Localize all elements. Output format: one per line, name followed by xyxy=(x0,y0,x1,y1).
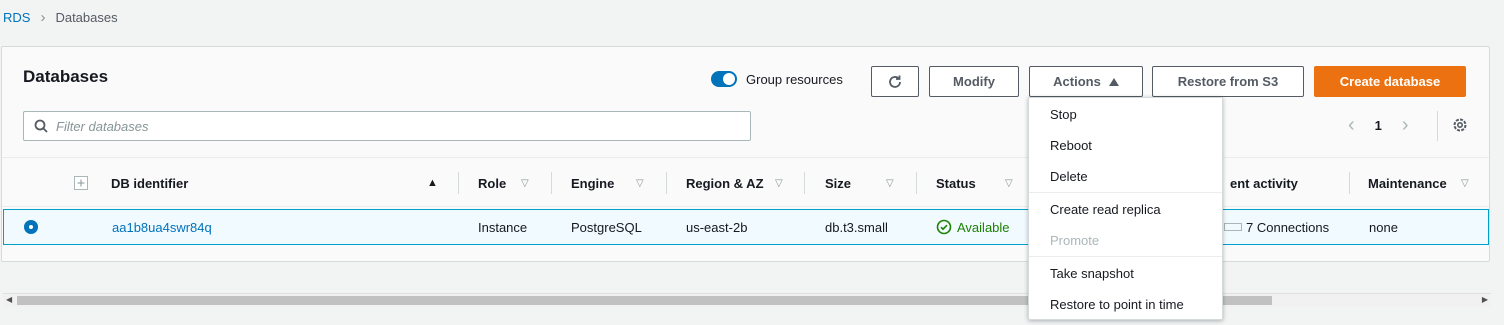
pagination: ‹ 1 › xyxy=(1348,115,1409,135)
menu-item-reboot[interactable]: Reboot xyxy=(1029,130,1222,161)
chevron-right-icon[interactable]: › xyxy=(1402,115,1409,135)
group-resources-toggle[interactable] xyxy=(711,71,737,87)
col-activity-label: ent activity xyxy=(1230,175,1298,191)
col-engine-label: Engine xyxy=(571,175,615,191)
restore-from-s3-button[interactable]: Restore from S3 xyxy=(1152,66,1304,97)
menu-divider xyxy=(1029,256,1222,257)
modify-button[interactable]: Modify xyxy=(929,66,1019,97)
menu-item-create-read-replica[interactable]: Create read replica xyxy=(1029,194,1222,225)
status-text: Available xyxy=(957,219,1010,235)
col-role[interactable]: Role xyxy=(478,158,506,208)
radio-icon[interactable] xyxy=(24,220,38,234)
caret-up-icon xyxy=(1108,77,1119,86)
breadcrumb-rds-link[interactable]: RDS xyxy=(3,10,30,25)
cell-role: Instance xyxy=(478,219,528,235)
menu-item-stop[interactable]: Stop xyxy=(1029,99,1222,130)
scroll-left-icon[interactable]: ◀ xyxy=(6,295,12,304)
activity-text: 7 Connections xyxy=(1246,219,1330,235)
actions-menu: Stop Reboot Delete Create read replica P… xyxy=(1028,97,1223,320)
group-resources-label: Group resources xyxy=(746,71,843,87)
chevron-left-icon[interactable]: ‹ xyxy=(1348,115,1355,135)
sort-icon: ▽ xyxy=(521,177,529,189)
col-status-label: Status xyxy=(936,175,976,191)
search-icon xyxy=(34,119,48,133)
actions-button[interactable]: Actions xyxy=(1029,66,1143,97)
horizontal-scrollbar[interactable]: ◀ ▶ xyxy=(3,293,1491,307)
check-circle-icon xyxy=(936,219,952,235)
cell-region: us-east-2b xyxy=(686,219,748,235)
col-status[interactable]: Status xyxy=(936,158,976,208)
panel-title: Databases xyxy=(23,67,109,86)
sort-icon: ▽ xyxy=(775,177,783,189)
table-row[interactable]: aa1b8ua4swr84q Instance PostgreSQL us-ea… xyxy=(3,209,1489,245)
col-activity[interactable]: ent activity xyxy=(1230,158,1298,208)
refresh-icon xyxy=(889,75,901,88)
col-region-az-label: Region & AZ xyxy=(686,175,764,191)
sort-icon: ▽ xyxy=(636,177,644,189)
scroll-right-icon[interactable]: ▶ xyxy=(1482,295,1488,304)
sort-icon: ▽ xyxy=(1461,177,1469,189)
sort-icon: ▲ xyxy=(427,177,438,189)
menu-item-promote: Promote xyxy=(1050,233,1100,248)
pager-divider xyxy=(1437,111,1438,141)
gear-icon[interactable] xyxy=(1451,116,1469,134)
actions-button-label: Actions xyxy=(1053,74,1101,89)
filter-databases-input[interactable] xyxy=(56,118,716,134)
db-identifier-link[interactable]: aa1b8ua4swr84q xyxy=(112,210,212,244)
sort-icon: ▽ xyxy=(886,177,894,189)
col-role-label: Role xyxy=(478,175,507,191)
expand-icon[interactable] xyxy=(74,176,88,190)
col-size-label: Size xyxy=(825,175,852,191)
col-db-identifier[interactable]: DB identifier xyxy=(111,158,188,208)
activity-bar xyxy=(1224,223,1242,231)
menu-item-take-snapshot[interactable]: Take snapshot xyxy=(1029,258,1222,289)
databases-panel: Databases Group resources Modify Actions… xyxy=(1,46,1491,307)
table-header: DB identifier ▲ Role ▽ Engine ▽ Region &… xyxy=(2,157,1489,207)
chevron-right-icon: › xyxy=(40,8,46,26)
breadcrumb: RDS › Databases xyxy=(0,0,118,34)
menu-divider xyxy=(1029,192,1222,193)
cell-maintenance: none xyxy=(1369,219,1398,235)
col-db-identifier-label: DB identifier xyxy=(111,175,189,191)
cell-engine: PostgreSQL xyxy=(571,219,642,235)
col-region-az[interactable]: Region & AZ xyxy=(686,158,764,208)
breadcrumb-current: Databases xyxy=(55,9,118,25)
search-box xyxy=(23,111,751,141)
group-resources-toggle-wrap: Group resources xyxy=(711,71,843,87)
col-size[interactable]: Size xyxy=(825,158,851,208)
cell-activity: 7 Connections xyxy=(1224,210,1329,244)
col-maintenance-label: Maintenance xyxy=(1368,175,1447,191)
menu-item-delete[interactable]: Delete xyxy=(1029,161,1222,192)
col-engine[interactable]: Engine xyxy=(571,158,614,208)
refresh-button[interactable] xyxy=(871,66,919,97)
sort-icon: ▽ xyxy=(1005,177,1013,189)
page-number[interactable]: 1 xyxy=(1375,118,1382,133)
menu-item-restore-point-in-time[interactable]: Restore to point in time xyxy=(1029,289,1222,320)
col-maintenance[interactable]: Maintenance xyxy=(1368,158,1447,208)
cell-size: db.t3.small xyxy=(825,219,888,235)
status-badge: Available xyxy=(936,210,1010,244)
create-database-button[interactable]: Create database xyxy=(1314,66,1466,97)
